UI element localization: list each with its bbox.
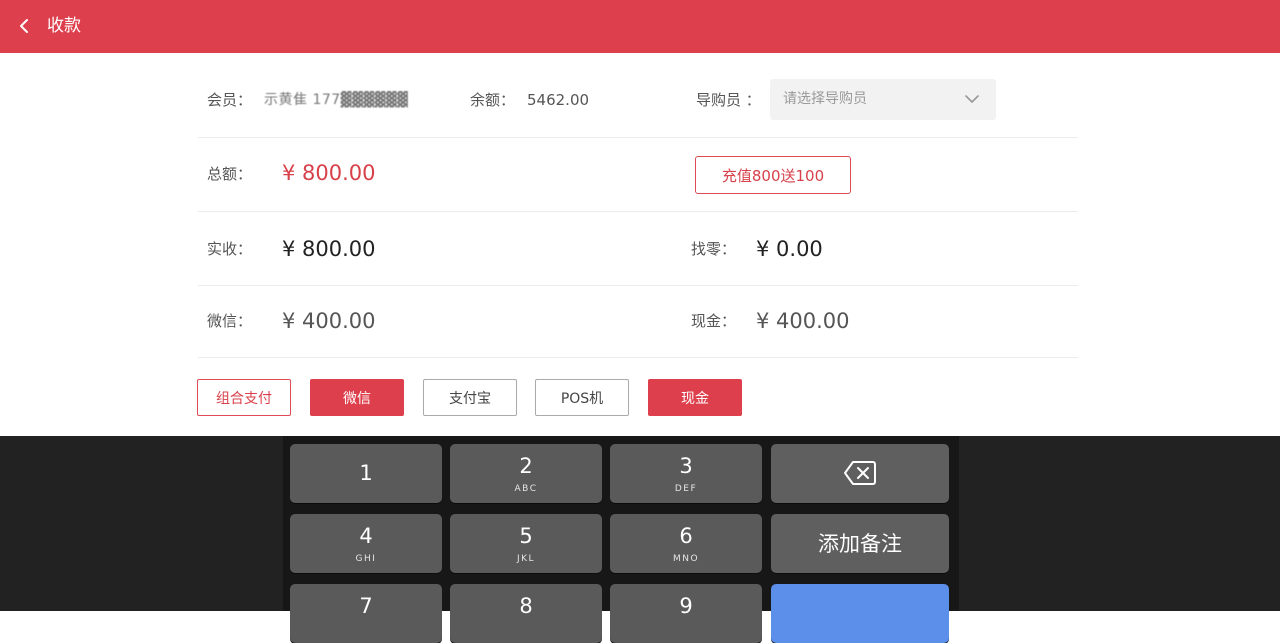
alipay-button[interactable]: 支付宝 <box>423 379 517 416</box>
wechat-amount: ¥ 400.00 <box>282 309 376 333</box>
key-1-digit: 1 <box>359 461 373 485</box>
guide-label: 导购员 ： <box>696 91 761 109</box>
key-1[interactable]: 1 <box>290 444 442 503</box>
app-header: 收款 <box>0 0 1280 53</box>
backspace-key[interactable] <box>771 444 949 503</box>
key-7-digit: 7 <box>359 594 373 618</box>
key-6-digit: 6 <box>679 524 693 548</box>
back-button[interactable] <box>14 15 36 37</box>
change-amount: ¥ 0.00 <box>756 237 823 261</box>
key-6-letters: MNO <box>672 554 700 564</box>
key-2-letters: ABC <box>514 484 538 494</box>
key-2[interactable]: 2 ABC <box>450 444 602 503</box>
total-row: 总额： ¥ 800.00 充值800送100 <box>198 138 1078 212</box>
wechat-label: 微信： <box>207 312 253 330</box>
recharge-promo-button[interactable]: 充值800送100 <box>695 156 851 194</box>
received-row: 实收： ¥ 800.00 找零： ¥ 0.00 <box>198 212 1078 286</box>
guide-placeholder: 请选择导购员 <box>783 91 867 107</box>
add-note-key[interactable]: 添加备注 <box>771 514 949 573</box>
key-8-digit: 8 <box>519 594 533 618</box>
balance-value: 5462.00 <box>527 91 590 109</box>
key-3-digit: 3 <box>679 454 693 478</box>
key-3-letters: DEF <box>674 484 698 494</box>
key-9-digit: 9 <box>679 594 693 618</box>
balance-label: 余额： <box>470 91 516 109</box>
cash-amount: ¥ 400.00 <box>756 309 850 333</box>
cash-label: 现金： <box>691 312 737 330</box>
checkout-panel: 会员： 示黄隹 177▓▓▓▓▓▓ 余额： 5462.00 导购员 ： 请选择导… <box>0 53 1280 436</box>
backspace-icon <box>844 461 876 485</box>
key-3[interactable]: 3 DEF <box>610 444 762 503</box>
total-amount: ¥ 800.00 <box>282 161 376 185</box>
key-2-digit: 2 <box>519 454 533 478</box>
wechat-pay-button[interactable]: 微信 <box>310 379 404 416</box>
split-row: 微信： ¥ 400.00 现金： ¥ 400.00 <box>198 286 1078 358</box>
change-label: 找零： <box>691 240 737 258</box>
key-4-digit: 4 <box>359 524 373 548</box>
key-5[interactable]: 5 JKL <box>450 514 602 573</box>
received-amount: ¥ 800.00 <box>282 237 376 261</box>
numeric-keyboard: 1 2 ABC 3 DEF 4 GHI 5 JKL 6 MNO 添加备注 7 8… <box>0 436 1280 643</box>
keypad-panel: 1 2 ABC 3 DEF 4 GHI 5 JKL 6 MNO 添加备注 7 8… <box>283 436 959 643</box>
pos-button[interactable]: POS机 <box>535 379 629 416</box>
total-label: 总额： <box>207 165 253 183</box>
member-row: 会员： 示黄隹 177▓▓▓▓▓▓ 余额： 5462.00 导购员 ： 请选择导… <box>198 53 1078 138</box>
key-9[interactable]: 9 <box>610 584 762 643</box>
received-label: 实收： <box>207 240 253 258</box>
combined-pay-button[interactable]: 组合支付 <box>197 379 291 416</box>
member-label: 会员： <box>207 91 253 109</box>
key-4[interactable]: 4 GHI <box>290 514 442 573</box>
key-7[interactable]: 7 <box>290 584 442 643</box>
key-6[interactable]: 6 MNO <box>610 514 762 573</box>
guide-select[interactable]: 请选择导购员 <box>770 79 996 120</box>
page-title: 收款 <box>47 16 81 36</box>
cash-pay-button[interactable]: 现金 <box>648 379 742 416</box>
key-8[interactable]: 8 <box>450 584 602 643</box>
confirm-key[interactable] <box>771 584 949 643</box>
key-5-letters: JKL <box>516 554 536 564</box>
add-note-label: 添加备注 <box>818 532 902 556</box>
member-info: 示黄隹 177▓▓▓▓▓▓ <box>264 92 409 108</box>
chevron-left-icon <box>20 19 28 33</box>
key-5-digit: 5 <box>519 524 533 548</box>
key-4-letters: GHI <box>355 554 377 564</box>
chevron-down-icon <box>965 95 979 103</box>
